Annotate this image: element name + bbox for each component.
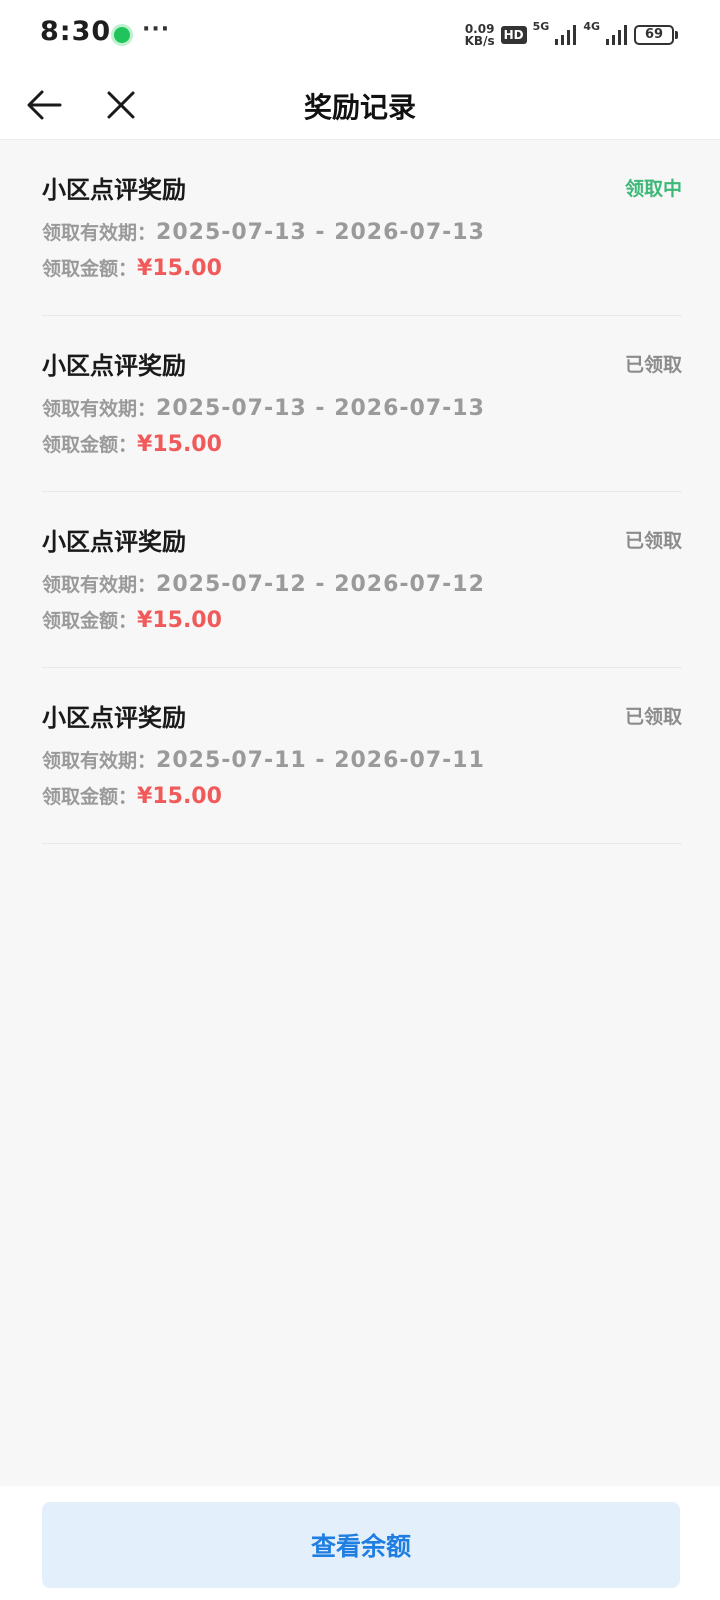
record-item[interactable]: 小区点评奖励 领取中 领取有效期：2025-07-13 - 2026-07-13… <box>42 140 682 316</box>
amount-value: ¥15.00 <box>137 256 222 281</box>
battery-icon: 69 <box>634 25 678 45</box>
period-label: 领取有效期： <box>42 574 157 596</box>
signal-4g-label: 4G <box>583 20 600 33</box>
period-label: 领取有效期： <box>42 750 157 772</box>
record-status: 领取中 <box>624 178 682 200</box>
signal-bars-icon <box>606 25 627 45</box>
amount-value: ¥15.00 <box>137 608 222 633</box>
hd-badge: HD <box>500 26 527 44</box>
amount-label: 领取金额： <box>42 786 138 808</box>
record-amount: 领取金额：¥15.00 <box>42 254 222 281</box>
status-bar: 8:30 ··· 0.09 KB/s HD 5G 4G 69 <box>0 0 720 70</box>
signal-bars-icon <box>555 25 577 45</box>
status-indicators: 0.09 KB/s HD 5G 4G 69 <box>465 20 678 50</box>
record-period: 领取有效期：2025-07-12 - 2026-07-12 <box>42 570 485 597</box>
record-amount: 领取金额：¥15.00 <box>42 782 222 809</box>
amount-value: ¥15.00 <box>137 432 222 457</box>
record-title: 小区点评奖励 <box>42 528 186 556</box>
record-period: 领取有效期：2025-07-11 - 2026-07-11 <box>42 746 485 773</box>
period-value: 2025-07-12 - 2026-07-12 <box>156 572 485 597</box>
signal-5g-label: 5G <box>532 20 550 33</box>
amount-label: 领取金额： <box>42 258 138 280</box>
network-speed: 0.09 KB/s <box>465 23 495 47</box>
record-status: 已领取 <box>624 706 682 728</box>
period-value: 2025-07-13 - 2026-07-13 <box>156 396 485 421</box>
record-title: 小区点评奖励 <box>42 352 186 380</box>
chat-notification-icon <box>111 24 133 46</box>
record-status: 已领取 <box>624 530 682 552</box>
record-period: 领取有效期：2025-07-13 - 2026-07-13 <box>42 218 485 245</box>
amount-label: 领取金额： <box>42 434 138 456</box>
more-notifications-icon: ··· <box>142 17 171 42</box>
amount-value: ¥15.00 <box>137 784 222 809</box>
record-item[interactable]: 小区点评奖励 已领取 领取有效期：2025-07-13 - 2026-07-13… <box>42 316 682 492</box>
record-period: 领取有效期：2025-07-13 - 2026-07-13 <box>42 394 485 421</box>
bottom-bar: 查看余额 <box>0 1486 720 1600</box>
amount-label: 领取金额： <box>42 610 138 632</box>
record-title: 小区点评奖励 <box>42 176 186 204</box>
record-amount: 领取金额：¥15.00 <box>42 430 222 457</box>
period-label: 领取有效期： <box>42 222 157 244</box>
view-balance-button[interactable]: 查看余额 <box>42 1502 680 1588</box>
reward-record-list: 小区点评奖励 领取中 领取有效期：2025-07-13 - 2026-07-13… <box>42 140 682 844</box>
status-time: 8:30 <box>40 16 112 47</box>
period-label: 领取有效期： <box>42 398 157 420</box>
record-item[interactable]: 小区点评奖励 已领取 领取有效期：2025-07-11 - 2026-07-11… <box>42 668 682 844</box>
period-value: 2025-07-13 - 2026-07-13 <box>156 220 485 245</box>
battery-level: 69 <box>634 25 674 45</box>
page: 8:30 ··· 0.09 KB/s HD 5G 4G 69 奖励记录 小区点评… <box>0 0 720 1600</box>
record-item[interactable]: 小区点评奖励 已领取 领取有效期：2025-07-12 - 2026-07-12… <box>42 492 682 668</box>
record-status: 已领取 <box>624 354 682 376</box>
period-value: 2025-07-11 - 2026-07-11 <box>156 748 485 773</box>
record-title: 小区点评奖励 <box>42 704 186 732</box>
network-speed-unit: KB/s <box>464 34 495 48</box>
header: 奖励记录 <box>0 70 720 140</box>
record-amount: 领取金额：¥15.00 <box>42 606 222 633</box>
page-title: 奖励记录 <box>303 91 416 124</box>
